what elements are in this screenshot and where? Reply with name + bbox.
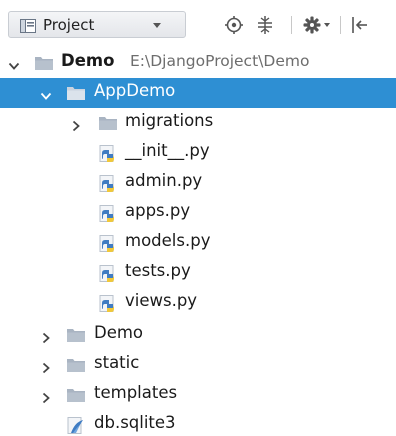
project-toolbar: Project [0,0,396,44]
tree-node-db[interactable]: db.sqlite3 [0,410,396,436]
folder-icon [66,327,86,347]
tree-node-file[interactable]: __init__.py [0,138,396,168]
tree-node-label: db.sqlite3 [94,413,176,432]
chevron-down-icon[interactable] [8,57,20,76]
project-path: E:\DjangoProject\Demo [130,52,310,70]
tree-node-label: tests.py [125,261,191,280]
tree-node-label: templates [94,383,178,402]
tree-node-label: static [94,353,140,372]
tree-node-migrations[interactable]: migrations [0,108,396,138]
tree-node-label: migrations [125,111,214,130]
database-file-icon [66,417,86,436]
tree-node-label: Demo [61,51,115,70]
chevron-down-icon[interactable] [40,87,52,106]
folder-icon [34,55,54,75]
toolbar-separator [291,16,292,34]
python-file-icon [98,295,118,317]
tree-node-label: views.py [125,291,198,310]
python-file-icon [98,175,118,197]
chevron-right-icon[interactable] [40,389,52,408]
chevron-right-icon[interactable] [40,329,52,348]
tree-node-label: Demo [94,323,144,342]
project-icon [20,18,36,37]
locate-icon[interactable] [224,14,244,36]
project-view-label: Project [43,16,95,34]
tree-node-appdemo[interactable]: AppDemo [0,78,396,108]
tree-node-file[interactable]: tests.py [0,258,396,288]
python-file-icon [98,145,118,167]
hide-icon[interactable] [350,14,370,36]
chevron-right-icon[interactable] [70,117,82,136]
tree-node-label: models.py [125,231,211,250]
python-file-icon [98,235,118,257]
tree-node-file[interactable]: admin.py [0,168,396,198]
tree-node-label: apps.py [125,201,191,220]
tree-node-label: AppDemo [94,81,176,100]
tree-node-file[interactable]: apps.py [0,198,396,228]
tree-node-root[interactable]: Demo E:\DjangoProject\Demo [0,48,396,78]
chevron-right-icon[interactable] [40,359,52,378]
tree-node-label: admin.py [125,171,203,190]
tree-node-static[interactable]: static [0,350,396,380]
settings-icon[interactable] [302,14,332,36]
tree-node-label: __init__.py [125,141,210,160]
tree-node-demo[interactable]: Demo [0,320,396,350]
tree-node-templates[interactable]: templates [0,380,396,410]
chevron-down-icon [152,17,162,36]
tree-node-file[interactable]: views.py [0,288,396,318]
folder-icon [66,357,86,377]
tree-node-file[interactable]: models.py [0,228,396,258]
python-file-icon [98,205,118,227]
folder-icon [66,85,86,105]
folder-icon [66,387,86,407]
project-view-selector[interactable]: Project [8,11,186,38]
python-file-icon [98,265,118,287]
collapse-all-icon[interactable] [255,14,275,36]
folder-icon [98,115,118,135]
project-tool-window: Project Demo E:\DjangoProject\Demo AppDe… [0,0,396,436]
toolbar-separator [340,16,341,34]
